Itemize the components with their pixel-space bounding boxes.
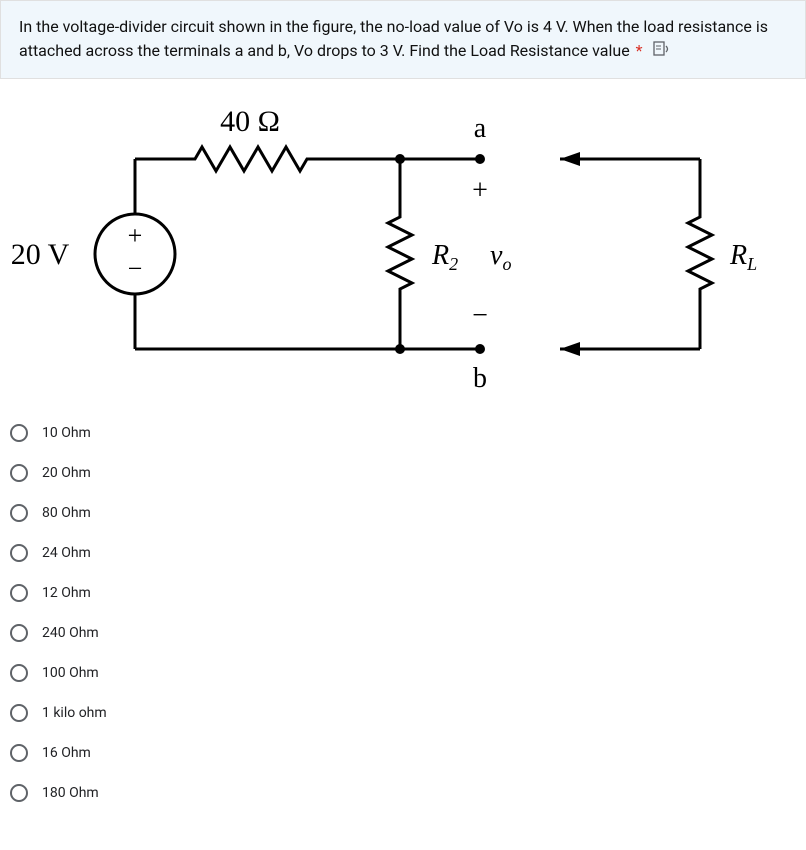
radio-icon	[10, 464, 28, 482]
rl-label: RL	[729, 240, 757, 274]
option-label: 12 Ohm	[42, 585, 91, 601]
option-label: 100 Ohm	[42, 665, 99, 681]
required-asterisk: *	[636, 41, 643, 60]
option-label: 240 Ohm	[42, 625, 99, 641]
option-12-ohm[interactable]: 12 Ohm	[10, 573, 806, 613]
option-label: 16 Ohm	[42, 745, 91, 761]
circuit-figure: + − 40 Ω 20 V R2 vo RL a b + −	[0, 79, 806, 413]
option-label: 180 Ohm	[42, 785, 99, 801]
option-label: 80 Ohm	[42, 505, 91, 521]
r2-label: R2	[431, 240, 458, 274]
option-240-ohm[interactable]: 240 Ohm	[10, 613, 806, 653]
option-10-ohm[interactable]: 10 Ohm	[10, 413, 806, 453]
radio-icon	[10, 744, 28, 762]
question-prompt: In the voltage-divider circuit shown in …	[0, 0, 806, 79]
source-plus: +	[128, 221, 143, 250]
radio-icon	[10, 624, 28, 642]
terminal-b-label: b	[473, 363, 487, 394]
option-label: 20 Ohm	[42, 465, 91, 481]
option-label: 10 Ohm	[42, 425, 91, 441]
option-label: 24 Ohm	[42, 545, 91, 561]
option-16-ohm[interactable]: 16 Ohm	[10, 733, 806, 773]
vo-label: vo	[490, 240, 511, 274]
vo-minus: −	[472, 300, 488, 331]
terminal-a-label: a	[474, 113, 487, 144]
radio-icon	[10, 504, 28, 522]
source-minus: −	[128, 254, 143, 283]
option-24-ohm[interactable]: 24 Ohm	[10, 533, 806, 573]
option-80-ohm[interactable]: 80 Ohm	[10, 493, 806, 533]
option-180-ohm[interactable]: 180 Ohm	[10, 773, 806, 813]
option-1-kilo-ohm[interactable]: 1 kilo ohm	[10, 693, 806, 733]
option-100-ohm[interactable]: 100 Ohm	[10, 653, 806, 693]
option-20-ohm[interactable]: 20 Ohm	[10, 453, 806, 493]
radio-icon	[10, 424, 28, 442]
radio-icon	[10, 664, 28, 682]
source-voltage-label: 20 V	[11, 238, 70, 271]
tts-icon[interactable]	[653, 40, 671, 64]
answer-options: 10 Ohm 20 Ohm 80 Ohm 24 Ohm 12 Ohm 240 O…	[0, 413, 806, 813]
r1-label: 40 Ω	[220, 105, 280, 138]
radio-icon	[10, 704, 28, 722]
option-label: 1 kilo ohm	[42, 705, 107, 721]
radio-icon	[10, 544, 28, 562]
radio-icon	[10, 584, 28, 602]
vo-plus: +	[472, 175, 488, 206]
radio-icon	[10, 784, 28, 802]
